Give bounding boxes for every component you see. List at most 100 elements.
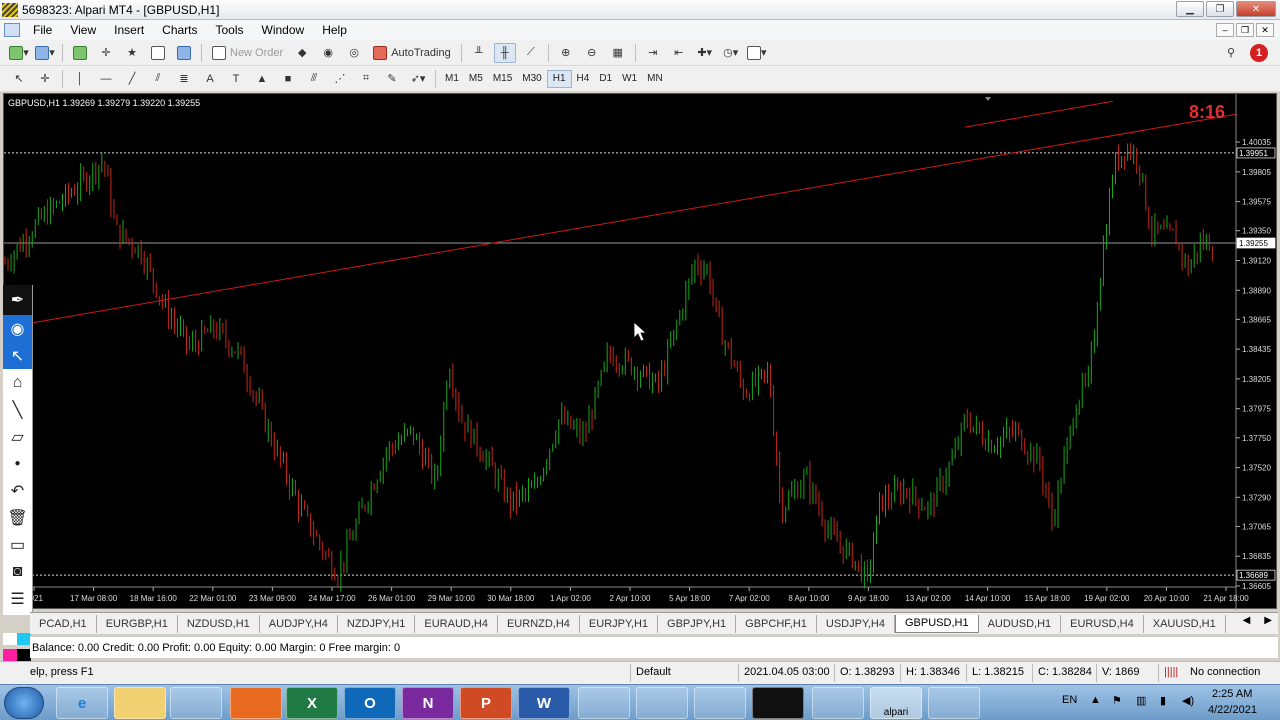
rectangle-icon[interactable]: ■ [277,69,299,89]
tile-windows-button[interactable]: ▦ [607,43,629,63]
trendline[interactable] [964,100,1113,128]
chart-shift-button[interactable]: ⇤ [668,43,690,63]
market-watch-button[interactable] [69,43,91,63]
line-tool-icon[interactable]: ╲ [3,396,32,423]
color-swatch-black[interactable] [17,649,31,661]
zoom-app-icon[interactable] [694,687,746,719]
templates-button[interactable]: ▾ [746,43,768,63]
tab-chart[interactable]: NZDUSD,H1 [178,614,260,633]
navigator-button[interactable]: ★ [121,43,143,63]
vertical-line-icon[interactable]: │ [69,69,91,89]
timeframe-m15[interactable]: M15 [488,70,517,88]
fibo-fan-icon[interactable]: ⌗ [355,69,377,89]
color-swatch-magenta[interactable] [3,649,17,661]
tab-chart[interactable]: EURUSD,H4 [1061,614,1144,633]
data-window-button[interactable]: ✛ [95,43,117,63]
tabs-scroll-left-icon[interactable]: ◀ [1243,615,1251,626]
tab-chart[interactable]: GBPCHF,H1 [736,614,817,633]
timeframe-m1[interactable]: M1 [440,70,464,88]
menu-help[interactable]: Help [313,23,356,37]
camera-icon[interactable]: ◙ [3,558,32,585]
pen-app-icon[interactable] [752,687,804,719]
tab-chart[interactable]: XAUUSD,H1 [1144,614,1226,633]
monitor-icon[interactable]: ▭ [3,531,32,558]
equidistant-channel-icon[interactable]: ⫽ [147,69,169,89]
channel-icon[interactable]: ⫻ [303,69,325,89]
chart-window-icon[interactable] [4,23,20,37]
tab-chart[interactable]: EURAUD,H4 [415,614,498,633]
market-button[interactable]: ◎ [343,43,365,63]
timeframe-m30[interactable]: M30 [517,70,546,88]
maximize-button[interactable]: ❐ [1206,1,1234,17]
menu-view[interactable]: View [61,23,105,37]
powerpoint-icon[interactable]: P [460,687,512,719]
menu-insert[interactable]: Insert [105,23,153,37]
tray-power-icon[interactable]: ▮ [1160,694,1166,707]
tab-chart[interactable]: EURJPY,H1 [580,614,659,633]
excel-icon[interactable]: X [286,687,338,719]
terminal-button[interactable] [147,43,169,63]
trendline-icon[interactable]: ╱ [121,69,143,89]
tab-chart[interactable]: GBPJPY,H1 [658,614,737,633]
chart-shift-marker-icon[interactable] [985,97,991,101]
timeframe-w1[interactable]: W1 [617,70,642,88]
menu-charts[interactable]: Charts [153,23,206,37]
chrome-icon[interactable] [812,687,864,719]
bar-chart-button[interactable]: ╨ [468,43,490,63]
pen-nib-icon[interactable]: ✒ [3,285,32,315]
gann-icon[interactable]: ⋰ [329,69,351,89]
tray-volume-icon[interactable]: ◀) [1182,694,1194,707]
timeframe-d1[interactable]: D1 [594,70,617,88]
chart-restore-button[interactable]: ❐ [1236,23,1254,37]
close-button[interactable]: ✕ [1236,1,1276,17]
tray-expand-icon[interactable]: ▲ [1090,694,1101,706]
line-chart-button[interactable]: ⟋ [520,43,542,63]
autotrading-button[interactable]: AutoTrading [369,43,455,63]
word-icon[interactable]: W [518,687,570,719]
status-connection[interactable]: No connection [1190,666,1260,678]
signals-button[interactable]: ◉ [317,43,339,63]
puzzle-icon[interactable] [636,687,688,719]
periods-button[interactable]: ◷▾ [720,43,742,63]
new-order-button[interactable]: New Order [208,43,287,63]
search-icon[interactable]: ⚲ [1220,43,1242,63]
firefox-icon[interactable] [230,687,282,719]
menu-window[interactable]: Window [253,23,314,37]
timeframe-m5[interactable]: M5 [464,70,488,88]
notification-badge[interactable]: 1 [1250,43,1268,62]
arrow-up-icon[interactable]: ▲ [251,69,273,89]
outlook-icon[interactable]: O [344,687,396,719]
tag-icon[interactable]: ⌂ [3,369,32,396]
horizontal-line-icon[interactable]: — [95,69,117,89]
text-label-icon[interactable]: T [225,69,247,89]
dot-icon[interactable]: ● [3,450,32,477]
tab-chart[interactable]: AUDJPY,H4 [260,614,338,633]
explorer-icon[interactable] [114,687,166,719]
menu-file[interactable]: File [24,23,61,37]
eye-icon[interactable]: ◉ [3,315,32,342]
new-chart-button[interactable]: ▾ [8,43,30,63]
list-icon[interactable]: ☰ [3,585,32,612]
clock-date[interactable]: 4/22/2021 [1208,704,1257,716]
pencil-icon[interactable]: ✎ [381,69,403,89]
zoom-in-icon[interactable]: ⊕ [555,43,577,63]
tab-chart[interactable]: AUDUSD,H1 [979,614,1062,633]
metaeditor-button[interactable]: ◆ [291,43,313,63]
color-swatch-white[interactable] [3,633,17,645]
tab-chart[interactable]: EURNZD,H4 [498,614,580,633]
media-player-icon[interactable] [170,687,222,719]
undo-icon[interactable]: ↶ [3,477,32,504]
tabs-scroll-right-icon[interactable]: ▶ [1264,615,1272,626]
text-icon[interactable]: A [199,69,221,89]
minimize-button[interactable]: ▁ [1176,1,1204,17]
tab-chart[interactable]: USDJPY,H4 [817,614,895,633]
timeframe-h1[interactable]: H1 [546,69,572,88]
timeframe-h4[interactable]: H4 [572,70,595,88]
zoom-out-icon[interactable]: ⊖ [581,43,603,63]
select-arrow-icon[interactable]: ↖ [3,342,32,369]
fibonacci-icon[interactable]: ≣ [173,69,195,89]
tray-network-icon[interactable]: ▥ [1136,694,1146,707]
tray-flag-icon[interactable]: ⚑ [1112,694,1122,707]
onenote-icon[interactable]: N [402,687,454,719]
clock-time[interactable]: 2:25 AM [1212,688,1252,700]
